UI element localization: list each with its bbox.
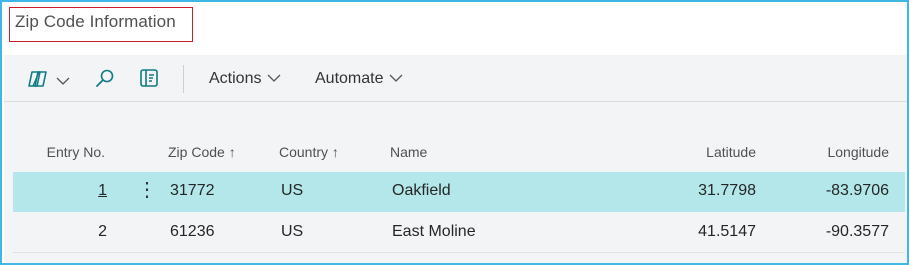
copilot-icon bbox=[28, 69, 50, 94]
header-label: Country bbox=[279, 144, 329, 160]
actions-menu-button[interactable]: Actions bbox=[209, 70, 281, 88]
column-header-name[interactable]: Name bbox=[390, 144, 427, 160]
chevron-down-icon bbox=[267, 70, 281, 88]
page-title: Zip Code Information bbox=[15, 12, 176, 31]
header-label: Entry No. bbox=[46, 144, 105, 160]
column-header-latitude[interactable]: Latitude bbox=[653, 144, 756, 160]
header-label: Name bbox=[390, 144, 428, 160]
filter-pane-icon bbox=[139, 68, 159, 93]
country-cell: US bbox=[281, 223, 304, 240]
header-label: Longitude bbox=[827, 144, 889, 160]
search-icon bbox=[95, 68, 115, 93]
page-frame: Zip Code Information Actions Automate En… bbox=[0, 0, 909, 265]
latitude-cell: 41.5147 bbox=[698, 223, 756, 240]
column-header-longitude[interactable]: Longitude bbox=[783, 144, 889, 160]
toolbar-divider bbox=[183, 65, 184, 93]
sort-ascending-icon: ↑ bbox=[228, 144, 236, 160]
zip-code-cell: 61236 bbox=[170, 223, 215, 240]
header-label: Latitude bbox=[706, 144, 756, 160]
name-cell: Oakfield bbox=[392, 182, 451, 199]
country-cell: US bbox=[281, 182, 304, 199]
zip-code-cell: 31772 bbox=[170, 182, 215, 199]
action-bar: Actions Automate bbox=[4, 55, 907, 102]
table-row[interactable]: 2 61236 US East Moline 41.5147 -90.3577 bbox=[13, 213, 905, 253]
chevron-down-icon bbox=[389, 70, 403, 88]
copilot-button[interactable] bbox=[28, 69, 70, 94]
entry-no-cell: 2 bbox=[98, 223, 107, 240]
latitude-cell: 31.7798 bbox=[698, 182, 756, 199]
filter-pane-button[interactable] bbox=[139, 68, 159, 93]
name-cell: East Moline bbox=[392, 223, 476, 240]
entry-no-link[interactable]: 1 bbox=[13, 182, 107, 200]
search-button[interactable] bbox=[95, 68, 115, 93]
actions-label: Actions bbox=[209, 70, 262, 87]
sort-ascending-icon: ↑ bbox=[331, 144, 339, 160]
longitude-cell: -90.3577 bbox=[825, 223, 889, 240]
column-header-entry-no[interactable]: Entry No. bbox=[13, 144, 105, 160]
column-header-country[interactable]: Country ↑ bbox=[279, 144, 339, 160]
chevron-down-icon bbox=[56, 73, 70, 91]
header-label: Zip Code bbox=[168, 144, 225, 160]
table-row[interactable]: 1 ⋮ 31772 US Oakfield 31.7798 -83.9706 bbox=[13, 172, 905, 212]
longitude-cell: -83.9706 bbox=[825, 182, 889, 199]
automate-label: Automate bbox=[315, 70, 384, 87]
column-header-zip-code[interactable]: Zip Code ↑ bbox=[168, 144, 236, 160]
row-menu-icon[interactable]: ⋮ bbox=[137, 180, 157, 200]
automate-menu-button[interactable]: Automate bbox=[315, 70, 403, 88]
